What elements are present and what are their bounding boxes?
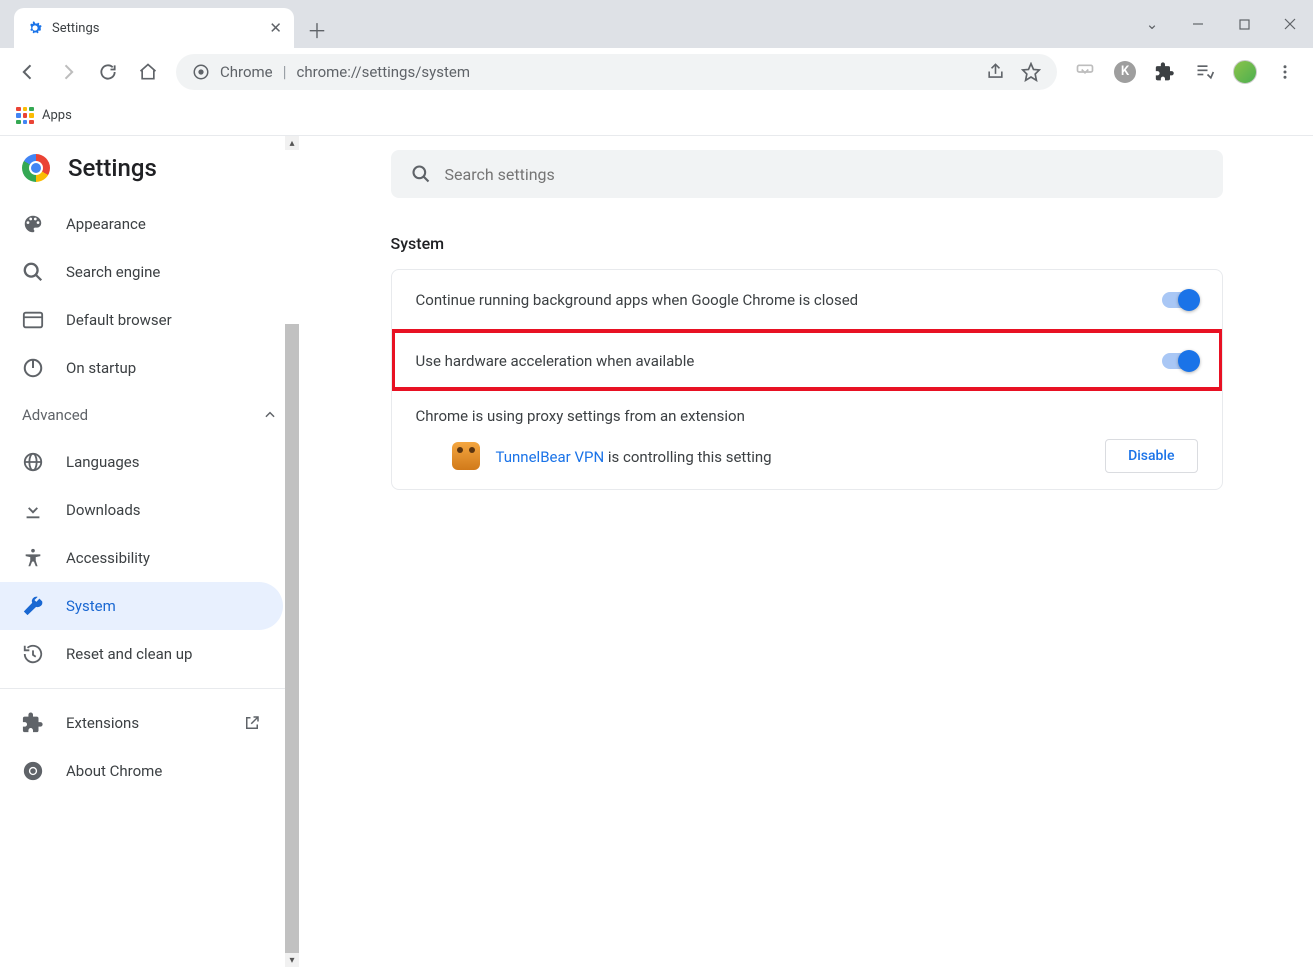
- toggle-background-apps[interactable]: [1162, 292, 1198, 308]
- nav-label: Advanced: [22, 406, 88, 424]
- extensions-icon[interactable]: [1147, 54, 1183, 90]
- settings-title: Settings: [68, 154, 157, 182]
- back-button[interactable]: [10, 54, 46, 90]
- site-label: Chrome: [220, 63, 273, 81]
- puzzle-icon: [22, 712, 44, 734]
- nav-appearance[interactable]: Appearance: [0, 200, 283, 248]
- scroll-up-icon[interactable]: ▴: [285, 136, 299, 150]
- title-bar: Settings ✕ ＋ ⌄: [0, 0, 1313, 48]
- extension-k-icon[interactable]: K: [1107, 54, 1143, 90]
- system-settings-card: Continue running background apps when Go…: [391, 269, 1223, 490]
- apps-icon[interactable]: [16, 107, 34, 125]
- nav-system[interactable]: System: [0, 582, 283, 630]
- chrome-icon: [22, 760, 44, 782]
- share-icon[interactable]: [986, 62, 1005, 81]
- nav-label: About Chrome: [66, 762, 162, 780]
- site-info-icon[interactable]: [192, 63, 210, 81]
- search-settings-box[interactable]: [391, 150, 1223, 198]
- accessibility-icon: [22, 547, 44, 569]
- apps-label[interactable]: Apps: [42, 108, 72, 123]
- nav-search-engine[interactable]: Search engine: [0, 248, 283, 296]
- bookmarks-bar: Apps: [0, 96, 1313, 136]
- nav-label: Reset and clean up: [66, 645, 192, 663]
- nav-label: Accessibility: [66, 549, 150, 567]
- nav-advanced-section[interactable]: Advanced: [0, 392, 299, 438]
- new-tab-button[interactable]: ＋: [300, 12, 334, 46]
- globe-icon: [22, 451, 44, 473]
- settings-sidebar: Settings Appearance Search engine Defaul…: [0, 136, 300, 967]
- disable-button[interactable]: Disable: [1105, 439, 1197, 473]
- sidebar-scrollbar[interactable]: ▴ ▾: [285, 136, 299, 967]
- nav-reset[interactable]: Reset and clean up: [0, 630, 283, 678]
- extension-name-link[interactable]: TunnelBear VPN: [496, 448, 605, 466]
- nav-label: Appearance: [66, 215, 146, 233]
- search-icon: [22, 261, 44, 283]
- profile-avatar[interactable]: [1227, 54, 1263, 90]
- nav-label: Extensions: [66, 714, 139, 732]
- settings-header: Settings: [0, 136, 299, 200]
- chrome-logo-icon: [22, 154, 50, 182]
- nav-default-browser[interactable]: Default browser: [0, 296, 283, 344]
- extension-description: is controlling this setting: [604, 448, 771, 466]
- tunnelbear-icon: [452, 442, 480, 470]
- settings-panel: System Continue running background apps …: [300, 136, 1313, 967]
- setting-row-hardware-acceleration[interactable]: Use hardware acceleration when available: [392, 330, 1222, 390]
- reload-button[interactable]: [90, 54, 126, 90]
- maximize-button[interactable]: [1221, 4, 1267, 44]
- nav-downloads[interactable]: Downloads: [0, 486, 283, 534]
- address-bar[interactable]: Chrome | chrome://settings/system: [176, 54, 1057, 90]
- omnibox-separator: |: [283, 62, 287, 81]
- proxy-message: Chrome is using proxy settings from an e…: [416, 407, 1198, 425]
- download-icon: [22, 499, 44, 521]
- power-icon: [22, 357, 44, 379]
- forward-button[interactable]: [50, 54, 86, 90]
- nav-label: Default browser: [66, 311, 172, 329]
- section-title: System: [391, 234, 1223, 253]
- nav-about-chrome[interactable]: About Chrome: [0, 747, 283, 795]
- toggle-hardware-acceleration[interactable]: [1162, 353, 1198, 369]
- minimize-button[interactable]: [1175, 4, 1221, 44]
- nav-label: Languages: [66, 453, 140, 471]
- close-window-button[interactable]: [1267, 4, 1313, 44]
- url-text: chrome://settings/system: [297, 63, 976, 81]
- chevron-up-icon: [263, 408, 277, 422]
- wrench-icon: [22, 595, 44, 617]
- chevron-down-icon[interactable]: ⌄: [1129, 4, 1175, 44]
- setting-label: Use hardware acceleration when available: [416, 352, 1162, 370]
- scrollbar-thumb[interactable]: [285, 324, 299, 953]
- nav-label: Downloads: [66, 501, 141, 519]
- nav-label: System: [66, 597, 116, 615]
- nav-extensions[interactable]: Extensions: [0, 699, 283, 747]
- restore-icon: [22, 643, 44, 665]
- home-button[interactable]: [130, 54, 166, 90]
- search-settings-input[interactable]: [445, 165, 1203, 184]
- setting-row-proxy: Chrome is using proxy settings from an e…: [392, 390, 1222, 489]
- external-link-icon: [243, 714, 261, 732]
- reading-list-icon[interactable]: [1187, 54, 1223, 90]
- toolbar: Chrome | chrome://settings/system K: [0, 48, 1313, 96]
- nav-accessibility[interactable]: Accessibility: [0, 534, 283, 582]
- close-tab-icon[interactable]: ✕: [269, 19, 282, 37]
- nav-divider: [0, 688, 299, 689]
- bookmark-star-icon[interactable]: [1021, 62, 1041, 82]
- nav-label: On startup: [66, 359, 136, 377]
- pocket-icon[interactable]: [1067, 54, 1103, 90]
- gear-icon: [26, 19, 44, 37]
- palette-icon: [22, 213, 44, 235]
- setting-row-background-apps[interactable]: Continue running background apps when Go…: [392, 270, 1222, 330]
- tab-title: Settings: [52, 21, 269, 36]
- search-icon: [411, 164, 431, 184]
- window-controls: ⌄: [1129, 0, 1313, 48]
- nav-on-startup[interactable]: On startup: [0, 344, 283, 392]
- browser-tab[interactable]: Settings ✕: [14, 8, 294, 48]
- browser-icon: [22, 309, 44, 331]
- setting-label: Continue running background apps when Go…: [416, 291, 1162, 309]
- menu-button[interactable]: [1267, 54, 1303, 90]
- scroll-down-icon[interactable]: ▾: [285, 953, 299, 967]
- nav-label: Search engine: [66, 263, 160, 281]
- nav-languages[interactable]: Languages: [0, 438, 283, 486]
